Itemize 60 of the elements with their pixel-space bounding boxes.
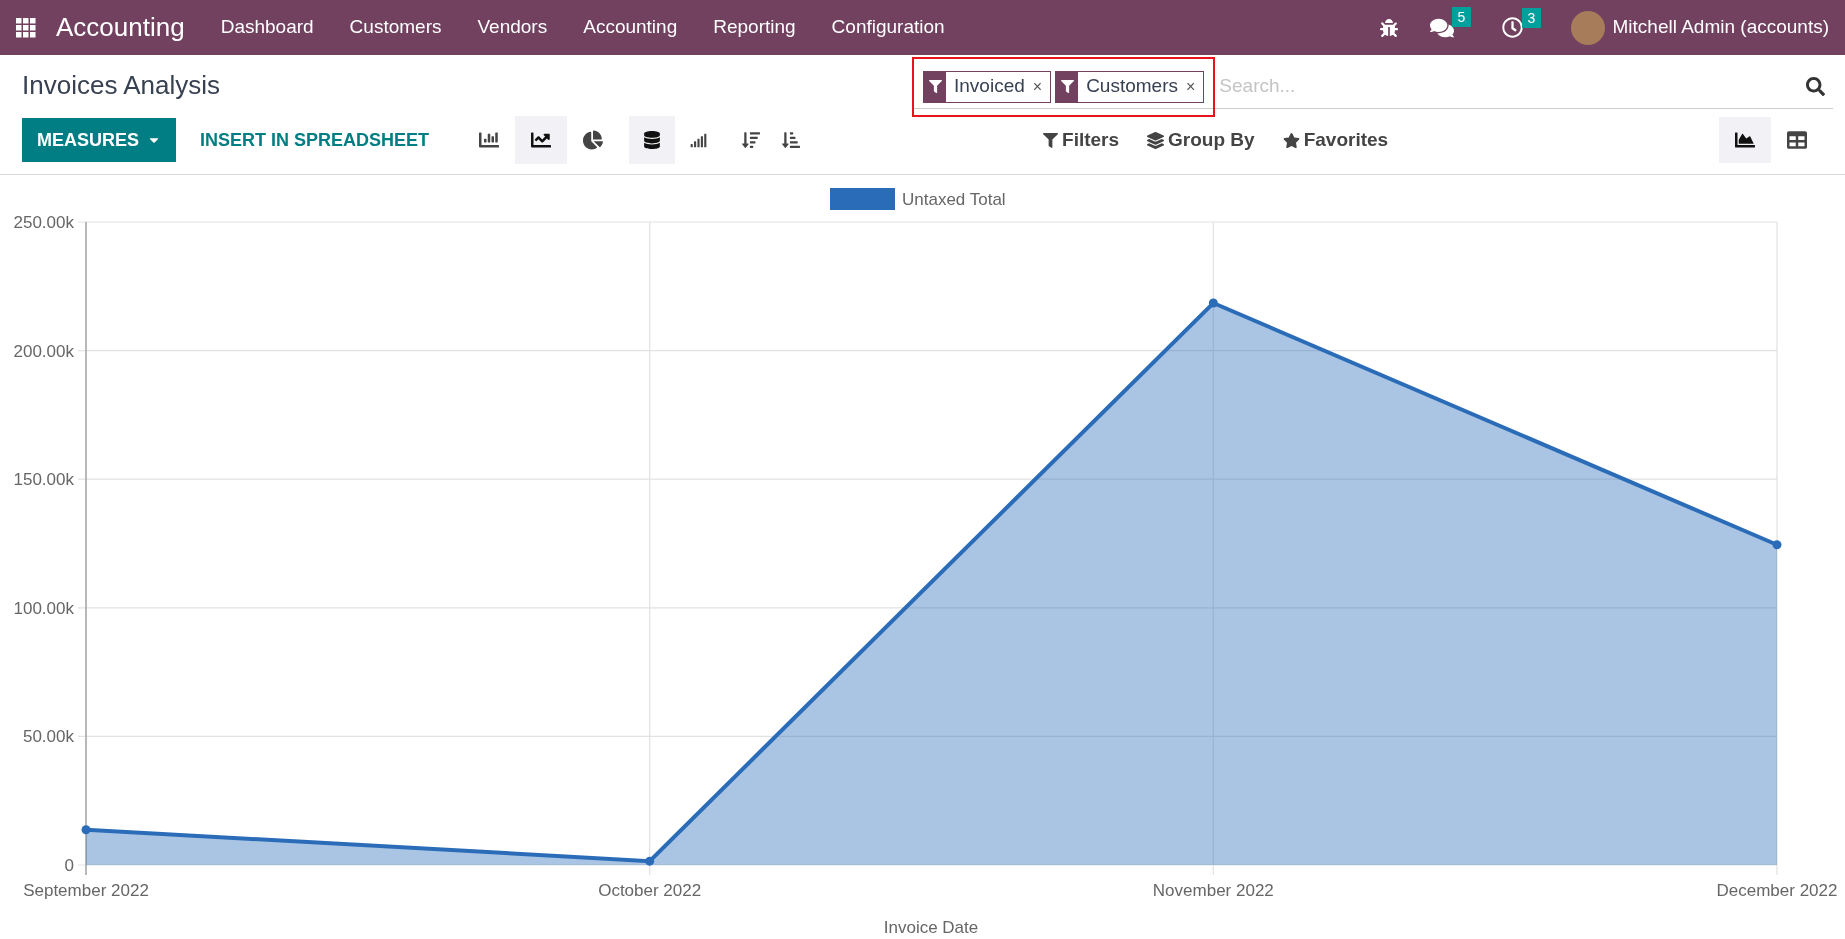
y-tick-label: 0 bbox=[64, 856, 74, 875]
menu-item[interactable]: Reporting bbox=[713, 13, 796, 42]
search-field[interactable]: Search... bbox=[1219, 72, 1806, 101]
filter-icon bbox=[928, 80, 942, 93]
menu-item[interactable]: Accounting bbox=[583, 13, 678, 42]
data-point bbox=[81, 825, 91, 835]
remove-facet-button[interactable]: × bbox=[1186, 74, 1204, 99]
avatar bbox=[1570, 10, 1605, 45]
legend-label: Untaxed Total bbox=[902, 190, 1006, 209]
x-axis-title: Invoice Date bbox=[883, 918, 979, 937]
data-point bbox=[1772, 540, 1782, 550]
menu-item[interactable]: Customers bbox=[349, 13, 442, 42]
apps-menu-icon[interactable] bbox=[16, 17, 36, 38]
pie-chart-icon bbox=[583, 130, 604, 150]
count-badge: 3 bbox=[1521, 8, 1542, 28]
y-tick-label: 200.00k bbox=[13, 341, 74, 361]
stacked-button[interactable] bbox=[629, 116, 676, 164]
star-icon bbox=[1282, 131, 1300, 149]
filters-button[interactable]: Filters bbox=[1043, 125, 1120, 155]
data-point bbox=[645, 856, 655, 866]
menu-item[interactable]: Dashboard bbox=[220, 13, 314, 42]
insert-spreadsheet-button[interactable]: INSERT IN SPREADSHEET bbox=[176, 118, 454, 162]
sort-descending-icon bbox=[742, 131, 761, 149]
layers-icon bbox=[1147, 131, 1165, 149]
y-tick-label: 150.00k bbox=[13, 470, 74, 490]
table-icon bbox=[1787, 130, 1807, 150]
favorites-button[interactable]: Favorites bbox=[1282, 125, 1389, 155]
clock-icon[interactable] bbox=[1501, 17, 1523, 38]
x-tick-label: December 2022 bbox=[1716, 881, 1838, 900]
user-name[interactable]: Mitchell Admin (accounts) bbox=[1612, 13, 1829, 42]
data-point bbox=[1208, 298, 1218, 308]
line-chart-icon bbox=[531, 130, 552, 150]
measures-button[interactable]: MEASURES bbox=[22, 118, 176, 162]
menu-item[interactable]: Configuration bbox=[831, 13, 945, 42]
app-name[interactable]: Accounting bbox=[56, 8, 185, 47]
y-tick-label: 50.00k bbox=[22, 727, 74, 747]
x-tick-label: October 2022 bbox=[598, 881, 702, 900]
graph-view-button[interactable] bbox=[1719, 117, 1771, 163]
group-by-button[interactable]: Group By bbox=[1147, 125, 1255, 155]
facet-label: Customers bbox=[1085, 74, 1179, 99]
search-icon[interactable] bbox=[1806, 77, 1825, 96]
sort-ascending-icon bbox=[782, 131, 801, 149]
remove-facet-button[interactable]: × bbox=[1032, 74, 1051, 99]
x-tick-label: September 2022 bbox=[23, 881, 149, 900]
y-tick-label: 100.00k bbox=[13, 598, 74, 618]
facet-label: Invoiced bbox=[953, 74, 1026, 99]
y-tick-label: 250.00k bbox=[13, 213, 74, 232]
x-tick-label: November 2022 bbox=[1152, 881, 1274, 900]
debug-icon[interactable] bbox=[1379, 18, 1398, 37]
legend-swatch bbox=[830, 188, 895, 210]
count-badge: 5 bbox=[1451, 6, 1472, 27]
line-chart-button[interactable] bbox=[515, 116, 568, 164]
stack-icon bbox=[643, 131, 662, 149]
page-title: Invoices Analysis bbox=[22, 68, 221, 102]
filter-icon bbox=[1043, 132, 1059, 148]
filter-icon bbox=[1060, 80, 1074, 93]
menu-item[interactable]: Vendors bbox=[477, 13, 548, 42]
bar-chart-icon bbox=[479, 130, 500, 150]
ascending-bars-icon bbox=[689, 131, 707, 149]
area-chart-icon bbox=[1735, 130, 1755, 150]
